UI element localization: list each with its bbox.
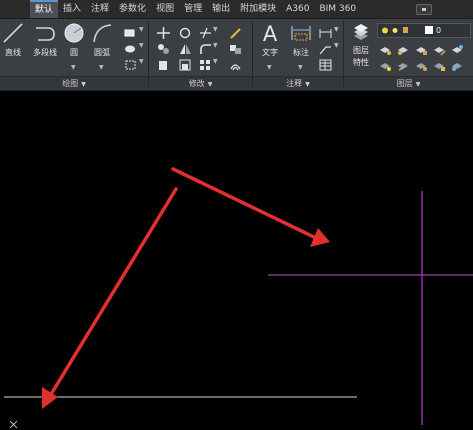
polyline-icon bbox=[34, 22, 56, 44]
rectangle-icon[interactable] bbox=[124, 24, 137, 37]
layer-properties-label-line2: 特性 bbox=[353, 58, 369, 67]
copy-icon[interactable] bbox=[157, 40, 170, 54]
tab-insert[interactable]: 插入 bbox=[58, 0, 86, 18]
layer-properties-button[interactable]: 图层 特性 bbox=[346, 22, 376, 68]
layer-properties-label-line1: 图层 bbox=[353, 46, 369, 55]
line-tool-button[interactable]: 直线 bbox=[2, 22, 24, 58]
current-layer-dropdown[interactable]: 0 bbox=[377, 23, 471, 38]
ucs-icon bbox=[9, 420, 18, 429]
ribbon-tabs: 默认 插入 注释 参数化 视图 管理 输出 附加模块 A360 BIM 360 bbox=[30, 0, 361, 18]
fillet-dropdown-icon[interactable]: ▼ bbox=[213, 42, 218, 49]
layer-color-swatch bbox=[425, 26, 433, 34]
line-tool-label: 直线 bbox=[5, 48, 21, 57]
layer-tool-icon[interactable] bbox=[415, 57, 428, 71]
modify-panel-title-label: 修改 bbox=[188, 79, 205, 88]
linear-dimension-icon[interactable] bbox=[319, 24, 332, 38]
tab-output[interactable]: 输出 bbox=[207, 0, 235, 18]
arc-tool-label: 圆弧 bbox=[94, 48, 110, 57]
trim-dropdown-icon[interactable]: ▼ bbox=[213, 26, 218, 33]
layer-tool-icon[interactable] bbox=[397, 57, 410, 71]
layer-tool-icon[interactable] bbox=[379, 57, 392, 71]
modify-panel: ▼ ▼ ▼ 修改 ▼ bbox=[149, 19, 252, 90]
polyline-tool-label: 多段线 bbox=[33, 48, 57, 57]
leader-icon[interactable] bbox=[319, 40, 332, 55]
dimension-tool-label: 标注 bbox=[293, 48, 309, 57]
arc-dropdown-icon[interactable]: ▼ bbox=[99, 64, 104, 71]
erase-icon[interactable] bbox=[229, 24, 242, 39]
layers-panel-title-label: 图层 bbox=[396, 79, 413, 88]
ribbon: 直线 多段线 圆 ▼ 圆弧 ▼ ▼ ▼ ▼ 绘图 ▼ ▼ ▼ ▼ 修改 ▼ A … bbox=[0, 19, 473, 91]
annotation-panel-title[interactable]: 注释 ▼ bbox=[253, 76, 343, 90]
text-dropdown-icon[interactable]: ▼ bbox=[267, 64, 272, 71]
tab-parametric[interactable]: 参数化 bbox=[114, 0, 151, 18]
array-dropdown-icon[interactable]: ▼ bbox=[213, 58, 218, 65]
layer-tool-icon[interactable] bbox=[451, 41, 464, 53]
dimension-tool-button[interactable]: 标注 ▼ bbox=[288, 22, 314, 71]
dimension-icon bbox=[290, 22, 312, 44]
polyline-tool-button[interactable]: 多段线 bbox=[27, 22, 63, 58]
ellipse-dropdown-icon[interactable]: ▼ bbox=[139, 42, 144, 49]
arc-icon bbox=[91, 22, 113, 44]
tab-default[interactable]: 默认 bbox=[30, 0, 59, 18]
arc-tool-button[interactable]: 圆弧 ▼ bbox=[90, 22, 114, 71]
draw-panel: 直线 多段线 圆 ▼ 圆弧 ▼ ▼ ▼ ▼ 绘图 ▼ bbox=[0, 19, 148, 90]
ellipse-icon[interactable] bbox=[124, 40, 137, 53]
fillet-icon[interactable] bbox=[199, 40, 212, 54]
tab-view[interactable]: 视图 bbox=[151, 0, 179, 18]
text-tool-button[interactable]: A 文字 ▼ bbox=[257, 22, 283, 71]
circle-dropdown-icon[interactable]: ▼ bbox=[71, 64, 76, 71]
tab-bim360[interactable]: BIM 360 bbox=[314, 0, 361, 18]
text-tool-label: 文字 bbox=[262, 48, 278, 57]
modify-panel-title[interactable]: 修改 ▼ bbox=[149, 76, 252, 90]
layer-tool-icon[interactable] bbox=[397, 41, 410, 55]
drawing-canvas[interactable] bbox=[0, 91, 473, 430]
rectangle-dropdown-icon[interactable]: ▼ bbox=[139, 26, 144, 33]
tab-a360[interactable]: A360 bbox=[281, 0, 314, 18]
svg-text:A: A bbox=[263, 22, 278, 44]
move-icon[interactable] bbox=[157, 24, 170, 39]
layer-tool-icon[interactable] bbox=[433, 41, 446, 56]
table-icon[interactable] bbox=[319, 56, 332, 71]
rotate-icon[interactable] bbox=[179, 24, 192, 39]
text-icon: A bbox=[259, 22, 281, 46]
layers-panel: 图层 特性 0 图层 ▼ bbox=[344, 19, 473, 90]
tab-annotate[interactable]: 注释 bbox=[86, 0, 114, 18]
dimension-dropdown-icon[interactable]: ▼ bbox=[298, 64, 303, 71]
annotation-panel-title-label: 注释 bbox=[286, 79, 303, 88]
hatch-dropdown-icon[interactable]: ▼ bbox=[139, 58, 144, 65]
scale-icon[interactable] bbox=[179, 56, 192, 71]
ribbon-display-toggle-button[interactable] bbox=[416, 4, 432, 15]
line-icon bbox=[2, 22, 24, 44]
circle-tool-label: 圆 bbox=[70, 48, 78, 57]
trim-icon[interactable] bbox=[199, 24, 212, 39]
layer-tool-icon[interactable] bbox=[415, 41, 428, 55]
leader-dropdown-icon[interactable]: ▼ bbox=[334, 42, 339, 49]
layer-properties-icon bbox=[350, 22, 372, 44]
mirror-icon[interactable] bbox=[179, 40, 192, 54]
current-layer-name: 0 bbox=[436, 26, 442, 35]
explode-icon[interactable] bbox=[229, 40, 242, 54]
tab-addins[interactable]: 附加模块 bbox=[235, 0, 281, 18]
array-icon[interactable] bbox=[199, 56, 212, 70]
ribbon-tab-bar: 默认 插入 注释 参数化 视图 管理 输出 附加模块 A360 BIM 360 bbox=[0, 0, 473, 19]
stretch-icon[interactable] bbox=[157, 56, 170, 70]
circle-icon bbox=[63, 22, 85, 44]
layer-tool-icon[interactable] bbox=[451, 57, 464, 71]
annotation-arrow bbox=[171, 167, 330, 247]
annotation-panel: A 文字 ▼ 标注 ▼ ▼ ▼ 注释 ▼ bbox=[253, 19, 343, 90]
tab-manage[interactable]: 管理 bbox=[179, 0, 207, 18]
draw-panel-title[interactable]: 绘图 ▼ bbox=[0, 76, 148, 90]
offset-icon[interactable] bbox=[229, 56, 242, 71]
layers-panel-title[interactable]: 图层 ▼ bbox=[344, 76, 473, 90]
circle-tool-button[interactable]: 圆 ▼ bbox=[62, 22, 86, 71]
layer-tool-icon[interactable] bbox=[433, 57, 446, 71]
annotation-arrow bbox=[42, 187, 178, 409]
layer-tool-icon[interactable] bbox=[379, 41, 392, 55]
linear-dimension-dropdown-icon[interactable]: ▼ bbox=[334, 26, 339, 33]
draw-panel-title-label: 绘图 bbox=[62, 79, 79, 88]
hatch-icon[interactable] bbox=[124, 56, 137, 70]
